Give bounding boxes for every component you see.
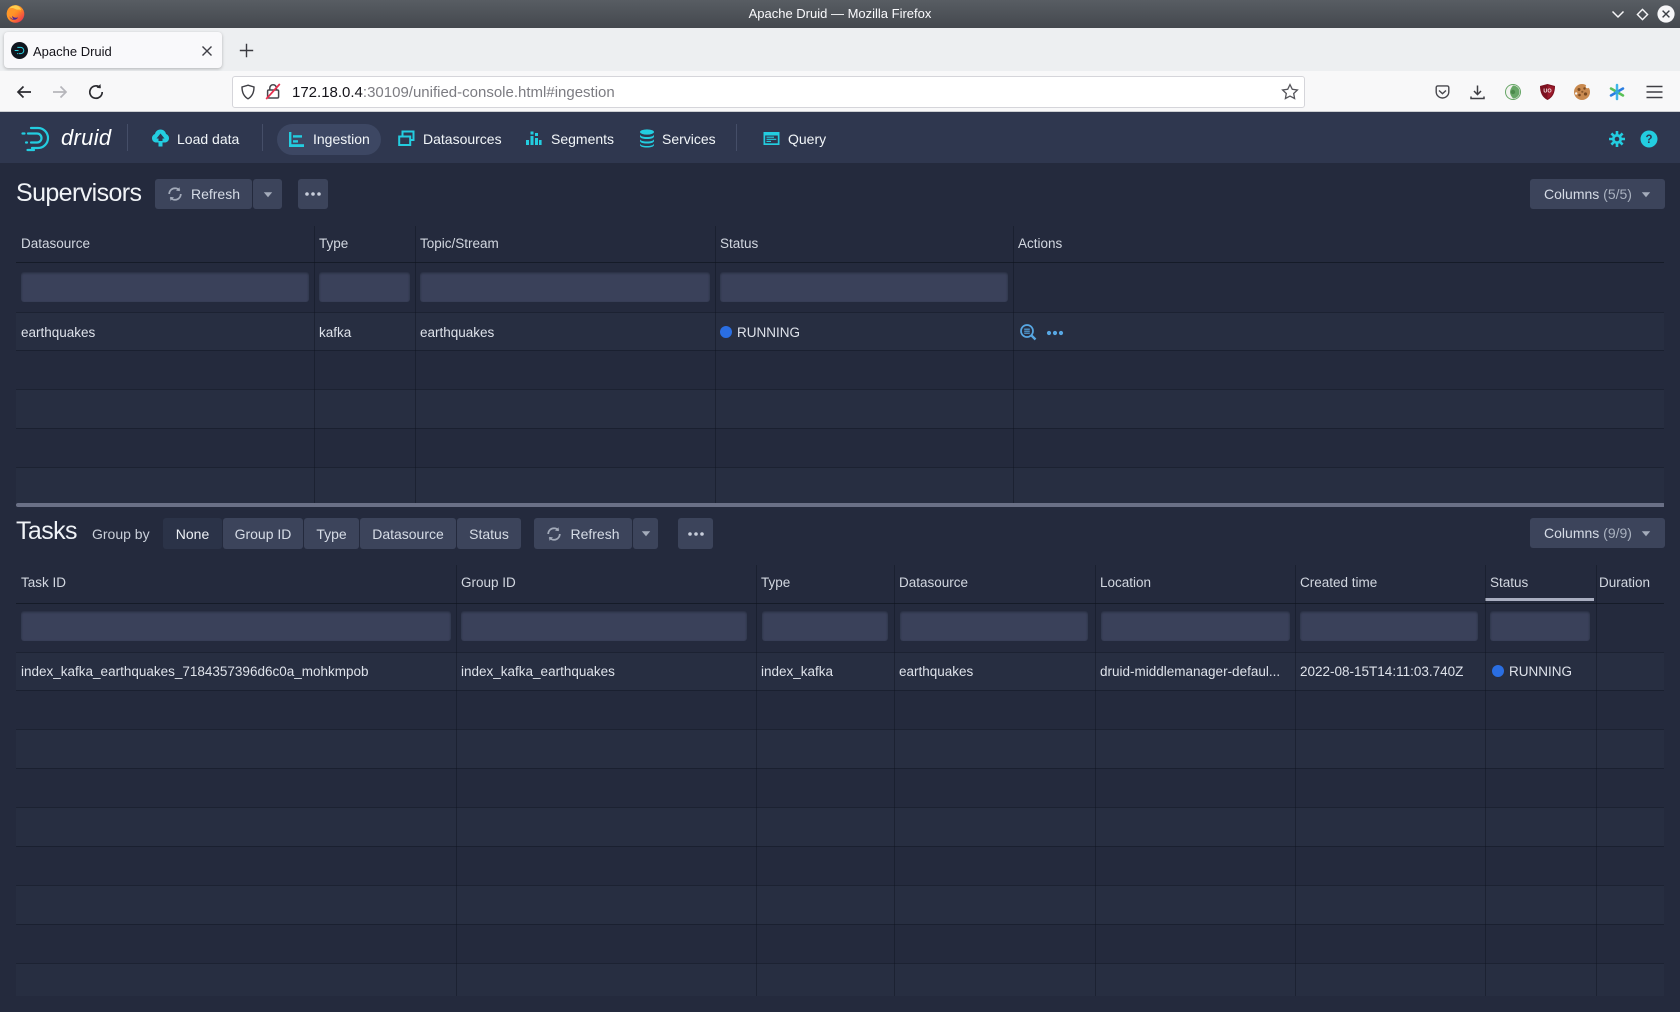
svg-text:UO: UO: [1543, 89, 1552, 95]
svg-text:?: ?: [1645, 134, 1652, 146]
